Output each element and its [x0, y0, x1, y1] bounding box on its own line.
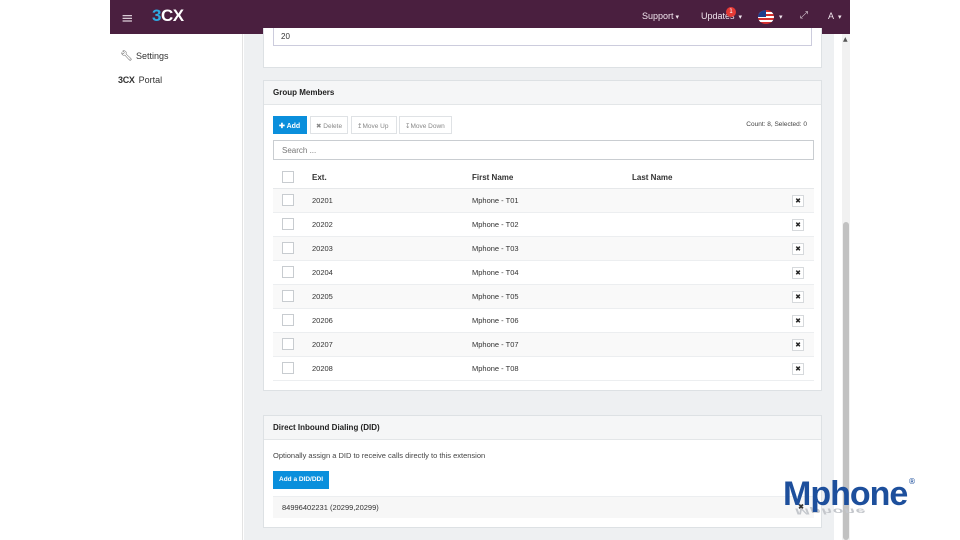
- cell-ext: 20204: [312, 268, 333, 277]
- table-row[interactable]: 20203 Mphone - T03 ✖: [273, 237, 814, 261]
- chevron-down-icon: ▾: [736, 14, 742, 21]
- panel-title: Group Members: [264, 81, 821, 105]
- plus-icon: ✚: [279, 123, 287, 130]
- sidebar: 🔧︎ Settings 3CX Portal: [110, 34, 243, 540]
- search-input[interactable]: Search ...: [273, 140, 814, 160]
- watermark-text: Mphone: [783, 475, 908, 513]
- group-members-panel: Group Members ✚ Add ✖ Delete ↥Move Up ↧M…: [263, 80, 822, 391]
- us-flag-icon[interactable]: [758, 10, 774, 24]
- user-menu[interactable]: A ▾: [828, 11, 841, 21]
- app-logo[interactable]: 3CX: [152, 6, 184, 26]
- remove-row-button[interactable]: ✖: [792, 291, 804, 303]
- column-last-name[interactable]: Last Name: [632, 173, 672, 182]
- add-did-button[interactable]: Add a DID/DDI: [273, 471, 330, 489]
- cell-ext: 20208: [312, 364, 333, 373]
- move-down-button[interactable]: ↧Move Down: [399, 116, 452, 134]
- table-header: Ext. First Name Last Name: [273, 168, 814, 189]
- sidebar-item-settings[interactable]: 🔧︎ Settings: [120, 51, 169, 62]
- logo-cx: CX: [160, 6, 184, 25]
- cell-ext: 20201: [312, 196, 333, 205]
- delete-button[interactable]: ✖ Delete: [310, 116, 348, 134]
- table-row[interactable]: 20207 Mphone - T07 ✖: [273, 333, 814, 357]
- row-checkbox[interactable]: [282, 362, 294, 374]
- delete-label: Delete: [323, 123, 343, 130]
- row-checkbox[interactable]: [282, 338, 294, 350]
- cell-first-name: Mphone - T01: [472, 196, 519, 205]
- select-all-checkbox[interactable]: [282, 171, 294, 183]
- mphone-watermark: Mphone Mphone ®: [783, 475, 925, 520]
- user-label: A: [828, 11, 835, 21]
- cell-first-name: Mphone - T05: [472, 292, 519, 301]
- remove-row-button[interactable]: ✖: [792, 363, 804, 375]
- move-up-button[interactable]: ↥Move Up: [351, 116, 397, 134]
- remove-row-button[interactable]: ✖: [792, 315, 804, 327]
- cell-first-name: Mphone - T02: [472, 220, 519, 229]
- did-entry: 84996402231 (20299,20299) ✖: [273, 496, 814, 518]
- remove-row-button[interactable]: ✖: [792, 267, 804, 279]
- column-ext[interactable]: Ext.: [312, 173, 327, 182]
- sidebar-item-label: Settings: [136, 51, 169, 61]
- did-panel: Direct Inbound Dialing (DID) Optionally …: [263, 415, 822, 528]
- remove-row-button[interactable]: ✖: [792, 243, 804, 255]
- table-row[interactable]: 20201 Mphone - T01 ✖: [273, 189, 814, 213]
- did-entry-label: 84996402231 (20299,20299): [282, 503, 379, 512]
- expand-icon[interactable]: ⤢: [800, 10, 808, 21]
- cell-first-name: Mphone - T07: [472, 340, 519, 349]
- registered-mark: ®: [908, 477, 916, 486]
- did-description: Optionally assign a DID to receive calls…: [273, 451, 486, 460]
- hamburger-icon[interactable]: ≡: [121, 9, 134, 27]
- count-label: Count: 8, Selected: 0: [746, 121, 807, 128]
- logo-3: 3: [152, 6, 161, 25]
- table-row[interactable]: 20205 Mphone - T05 ✖: [273, 285, 814, 309]
- support-label: Support: [642, 11, 674, 21]
- support-menu[interactable]: Support ▾: [642, 11, 679, 21]
- scroll-up-icon[interactable]: ▲: [843, 36, 848, 43]
- previous-field[interactable]: 20: [273, 28, 812, 46]
- remove-row-button[interactable]: ✖: [792, 219, 804, 231]
- updates-badge: 1: [726, 7, 736, 17]
- cell-first-name: Mphone - T06: [472, 316, 519, 325]
- main-content: 20 Group Members ✚ Add ✖ Delete ↥Move Up…: [244, 28, 834, 540]
- chevron-down-icon: ▾: [779, 14, 783, 21]
- move-up-label: Move Up: [362, 123, 389, 130]
- cell-first-name: Mphone - T04: [472, 268, 519, 277]
- members-table: Ext. First Name Last Name 20201 Mphone -…: [273, 168, 814, 381]
- cell-ext: 20206: [312, 316, 333, 325]
- cell-ext: 20205: [312, 292, 333, 301]
- row-checkbox[interactable]: [282, 314, 294, 326]
- cell-ext: 20203: [312, 244, 333, 253]
- remove-row-button[interactable]: ✖: [792, 195, 804, 207]
- row-checkbox[interactable]: [282, 290, 294, 302]
- 3cx-logo-icon: 3CX: [118, 75, 135, 85]
- row-checkbox[interactable]: [282, 266, 294, 278]
- previous-panel: 20: [263, 28, 822, 68]
- app-window: ≡ 3CX Support ▾ Updates ▾ 1 ▾ ⤢ A ▾ 🔧︎ Set…: [110, 0, 850, 540]
- column-first-name[interactable]: First Name: [472, 173, 513, 182]
- table-row[interactable]: 20202 Mphone - T02 ✖: [273, 213, 814, 237]
- cell-ext: 20202: [312, 220, 333, 229]
- chevron-down-icon: ▾: [675, 14, 680, 21]
- row-checkbox[interactable]: [282, 218, 294, 230]
- cell-ext: 20207: [312, 340, 333, 349]
- language-caret[interactable]: ▾: [777, 11, 783, 21]
- add-label: Add: [286, 123, 301, 130]
- sidebar-item-portal[interactable]: 3CX Portal: [118, 75, 162, 85]
- sidebar-item-label: Portal: [138, 75, 163, 85]
- add-button[interactable]: ✚ Add: [273, 116, 307, 134]
- table-row[interactable]: 20206 Mphone - T06 ✖: [273, 309, 814, 333]
- cell-first-name: Mphone - T08: [472, 364, 519, 373]
- chevron-down-icon: ▾: [836, 14, 842, 21]
- row-checkbox[interactable]: [282, 242, 294, 254]
- remove-row-button[interactable]: ✖: [792, 339, 804, 351]
- table-row[interactable]: 20208 Mphone - T08 ✖: [273, 357, 814, 381]
- row-checkbox[interactable]: [282, 194, 294, 206]
- table-row[interactable]: 20204 Mphone - T04 ✖: [273, 261, 814, 285]
- panel-title: Direct Inbound Dialing (DID): [264, 416, 821, 440]
- wrench-icon: 🔧︎: [120, 51, 133, 62]
- cell-first-name: Mphone - T03: [472, 244, 519, 253]
- move-down-label: Move Down: [410, 123, 445, 130]
